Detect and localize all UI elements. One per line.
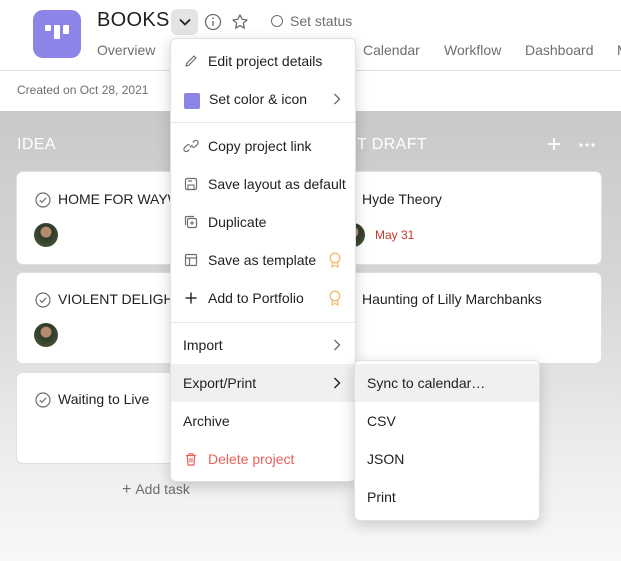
premium-badge-icon	[329, 252, 341, 268]
menu-item-copy-project-link[interactable]: Copy project link	[171, 127, 355, 165]
task-title: VIOLENT DELIGH	[58, 291, 174, 307]
due-date[interactable]: May 31	[375, 228, 414, 242]
premium-badge-icon	[329, 290, 341, 306]
task-card[interactable]: Waiting to Live	[16, 372, 176, 464]
submenu-item-label: CSV	[367, 413, 396, 429]
color-swatch-icon	[184, 93, 200, 109]
tab-overview[interactable]: Overview	[97, 42, 155, 58]
submenu-item-label: Print	[367, 489, 396, 505]
project-actions-dropdown-button[interactable]	[171, 9, 198, 35]
set-status-button[interactable]: Set status	[290, 13, 352, 29]
avatar[interactable]	[34, 223, 58, 247]
submenu-item-label: Sync to calendar…	[367, 375, 486, 391]
menu-item-save-layout-as-default[interactable]: Save layout as default	[171, 165, 355, 203]
menu-item-duplicate[interactable]: Duplicate	[171, 203, 355, 241]
menu-divider	[171, 122, 355, 123]
menu-item-export-print[interactable]: Export/Print	[171, 364, 355, 402]
menu-item-label: Copy project link	[208, 138, 312, 154]
submenu-item-sync-to-calendar[interactable]: Sync to calendar…	[355, 364, 539, 402]
menu-item-label: Save layout as default	[208, 176, 346, 192]
menu-item-archive[interactable]: Archive	[171, 402, 355, 440]
avatar[interactable]	[34, 323, 58, 347]
template-icon	[184, 253, 198, 267]
star-icon[interactable]	[231, 13, 249, 31]
menu-item-edit-project-details[interactable]: Edit project details	[171, 42, 355, 80]
chevron-right-icon	[334, 339, 341, 351]
menu-item-label: Import	[183, 337, 223, 353]
info-icon[interactable]	[204, 13, 222, 31]
project-icon[interactable]	[33, 10, 81, 58]
submenu-item-json[interactable]: JSON	[355, 440, 539, 478]
created-date: Created on Oct 28, 2021	[17, 83, 149, 97]
menu-item-label: Export/Print	[183, 375, 257, 391]
menu-item-delete-project[interactable]: Delete project	[171, 440, 355, 478]
menu-item-label: Delete project	[208, 451, 295, 467]
save-icon	[184, 177, 198, 191]
column-title-draft: T DRAFT	[357, 136, 428, 153]
task-title: Haunting of Lilly Marchbanks	[362, 291, 542, 307]
menu-item-label: Add to Portfolio	[208, 290, 304, 306]
add-task-plus-icon[interactable]	[546, 136, 562, 152]
task-title: Waiting to Live	[58, 391, 150, 407]
submenu-item-print[interactable]: Print	[355, 478, 539, 516]
menu-divider	[171, 322, 355, 323]
check-circle-icon[interactable]	[35, 292, 51, 308]
task-card[interactable]: VIOLENT DELIGH	[16, 272, 176, 364]
tab-workflow[interactable]: Workflow	[444, 42, 501, 58]
trash-icon	[186, 453, 196, 466]
check-circle-icon[interactable]	[35, 192, 51, 208]
menu-item-label: Duplicate	[208, 214, 267, 230]
plus-icon: +	[122, 481, 132, 498]
project-actions-menu: Edit project details Set color & icon Co…	[170, 38, 356, 482]
task-title: HOME FOR WAYW	[58, 191, 176, 207]
link-icon	[183, 139, 199, 153]
menu-item-import[interactable]: Import	[171, 326, 355, 364]
check-circle-icon[interactable]	[35, 392, 51, 408]
menu-item-label: Archive	[183, 413, 230, 429]
menu-item-label: Set color & icon	[209, 91, 308, 107]
task-title: Hyde Theory	[362, 191, 442, 207]
export-print-submenu: Sync to calendar… CSV JSON Print	[354, 360, 540, 521]
submenu-item-label: JSON	[367, 451, 405, 467]
menu-item-label: Edit project details	[208, 53, 323, 69]
column-more-icon[interactable]	[578, 136, 596, 152]
task-card[interactable]: Haunting of Lilly Marchbanks	[340, 272, 602, 364]
status-circle-icon	[271, 15, 283, 27]
menu-item-label: Save as template	[208, 252, 317, 268]
project-title[interactable]: BOOKS	[97, 9, 170, 32]
menu-item-add-to-portfolio[interactable]: Add to Portfolio	[171, 279, 355, 317]
tab-more[interactable]: M	[617, 42, 621, 58]
tab-calendar[interactable]: Calendar	[363, 42, 420, 58]
task-card[interactable]: Hyde Theory May 31	[340, 171, 602, 265]
chevron-right-icon	[334, 377, 341, 389]
column-title-idea: IDEA	[17, 136, 56, 153]
tab-dashboard[interactable]: Dashboard	[525, 42, 594, 58]
add-task-label: Add task	[135, 481, 190, 497]
pencil-icon	[185, 55, 197, 67]
menu-item-save-as-template[interactable]: Save as template	[171, 241, 355, 279]
chevron-right-icon	[334, 93, 341, 105]
duplicate-icon	[184, 215, 198, 229]
submenu-item-csv[interactable]: CSV	[355, 402, 539, 440]
task-card[interactable]: HOME FOR WAYW	[16, 171, 176, 265]
plus-icon	[185, 292, 197, 304]
menu-item-set-color-icon[interactable]: Set color & icon	[171, 80, 355, 118]
chevron-down-icon	[178, 18, 191, 26]
add-task-button[interactable]: + Add task	[122, 481, 190, 499]
